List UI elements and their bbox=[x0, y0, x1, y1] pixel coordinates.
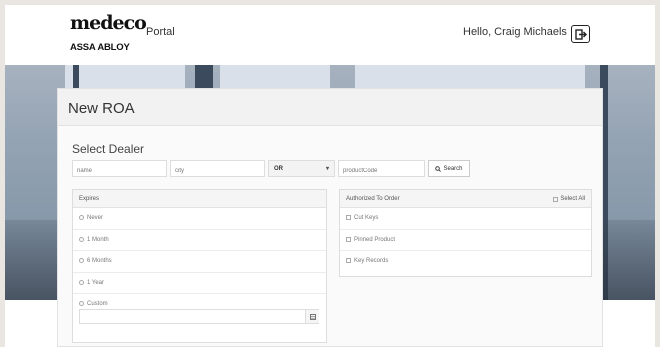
dealer-name-input[interactable] bbox=[72, 160, 167, 177]
section-title: Select Dealer bbox=[72, 142, 145, 156]
checkbox-icon bbox=[553, 196, 559, 202]
authorized-header-label: Authorized To Order bbox=[346, 196, 400, 202]
option-label: Pinned Product bbox=[354, 236, 396, 243]
radio-icon bbox=[79, 258, 84, 263]
logout-icon bbox=[574, 28, 587, 40]
search-label: Search bbox=[443, 165, 463, 172]
option-label: 6 Months bbox=[87, 258, 112, 264]
logo-sub-text: ASSA ABLOY bbox=[70, 42, 130, 53]
logout-button[interactable] bbox=[571, 25, 590, 43]
expires-option-1-month[interactable]: 1 Month bbox=[73, 230, 326, 251]
expires-option-1-year[interactable]: 1 Year bbox=[73, 273, 326, 294]
option-label: Key Records bbox=[354, 258, 389, 264]
portal-link[interactable]: Portal bbox=[146, 26, 175, 38]
brand-logo[interactable]: medeco ASSA ABLOY bbox=[70, 12, 147, 53]
calendar-button[interactable] bbox=[305, 310, 319, 323]
radio-icon bbox=[79, 236, 84, 242]
caret-down-icon: ▾ bbox=[325, 166, 329, 172]
authorized-option-pinned-product[interactable]: Pinned Product bbox=[340, 230, 591, 251]
search-button[interactable]: Search bbox=[428, 160, 470, 177]
checkbox-icon bbox=[346, 236, 351, 242]
authorized-header: Authorized To Order Select All bbox=[340, 190, 591, 208]
checkbox-icon bbox=[346, 258, 351, 263]
panel-header bbox=[58, 89, 602, 126]
authorized-box: Authorized To Order Select All Cut Keys … bbox=[339, 189, 592, 277]
product-code-input[interactable] bbox=[338, 160, 425, 177]
authorized-option-key-records[interactable]: Key Records bbox=[340, 251, 591, 273]
option-label: Cut Keys bbox=[354, 215, 379, 221]
operator-value: OR bbox=[274, 166, 283, 172]
search-icon bbox=[435, 165, 442, 172]
custom-date-input[interactable] bbox=[79, 309, 319, 324]
radio-icon bbox=[79, 301, 84, 306]
top-header: medeco ASSA ABLOY Portal Hello, Craig Mi… bbox=[5, 5, 655, 65]
authorized-option-cut-keys[interactable]: Cut Keys bbox=[340, 208, 591, 230]
calendar-icon bbox=[309, 313, 316, 320]
select-all-checkbox[interactable]: Select All bbox=[553, 196, 585, 202]
expires-option-6-months[interactable]: 6 Months bbox=[73, 251, 326, 273]
select-all-label: Select All bbox=[560, 196, 585, 202]
page-title: New ROA bbox=[68, 100, 135, 117]
option-label: 1 Month bbox=[87, 236, 109, 243]
expires-box: Expires Never 1 Month 6 Months 1 Year Cu… bbox=[72, 189, 327, 343]
app-frame: medeco ASSA ABLOY Portal Hello, Craig Mi… bbox=[5, 5, 655, 347]
user-greeting: Hello, Craig Michaels bbox=[463, 26, 567, 38]
expires-header: Expires bbox=[73, 190, 326, 208]
roa-panel: New ROA Select Dealer OR ▾ Search Expire… bbox=[57, 88, 603, 347]
dealer-city-input[interactable] bbox=[170, 160, 265, 177]
option-label: Custom bbox=[87, 301, 108, 307]
option-label: Never bbox=[87, 215, 104, 221]
expires-option-never[interactable]: Never bbox=[73, 208, 326, 230]
logo-brand-text: medeco bbox=[70, 12, 147, 34]
radio-icon bbox=[79, 215, 84, 220]
operator-select[interactable]: OR ▾ bbox=[268, 160, 335, 177]
option-label: 1 Year bbox=[87, 279, 105, 286]
checkbox-icon bbox=[346, 215, 351, 220]
radio-icon bbox=[79, 279, 84, 285]
